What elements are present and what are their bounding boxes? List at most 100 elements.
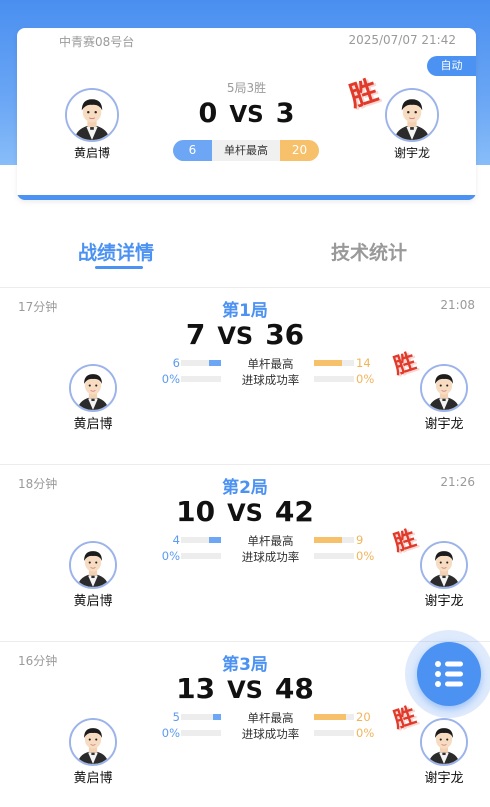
player-avatar-icon — [422, 720, 466, 764]
high-break-label: 单杆最高 — [224, 144, 268, 157]
high-break-row: 5 单杆最高 20 — [160, 710, 380, 725]
pot-rate-right: 0% — [356, 549, 375, 563]
pot-rate-right: 0% — [356, 726, 375, 740]
player-avatar-icon — [422, 366, 466, 410]
player-name: 黄启博 — [73, 417, 113, 432]
menu-fab-button[interactable] — [417, 642, 481, 706]
pot-rate-left: 0% — [161, 372, 180, 386]
pot-rate-left: 0% — [161, 726, 180, 740]
pot-rate-right: 0% — [356, 372, 375, 386]
high-break-right-fill — [314, 360, 342, 366]
pot-rate-left-bar — [181, 376, 221, 382]
player-right[interactable]: 谢宇龙 — [409, 718, 479, 786]
vs-label: VS — [227, 676, 263, 704]
avatar — [69, 364, 117, 412]
round-end-time: 21:08 — [440, 298, 475, 312]
high-break-summary: 6 单杆最高 20 — [173, 140, 319, 161]
player-name: 谢宇龙 — [424, 594, 464, 609]
vs-label: VS — [227, 499, 263, 527]
player-name: 谢宇龙 — [424, 417, 464, 432]
player-right[interactable]: 谢宇龙 — [377, 88, 447, 161]
high-break-left-bar — [181, 360, 221, 366]
player-avatar-icon — [71, 366, 115, 410]
high-break-right-bar — [314, 714, 354, 720]
tab-bar: 战绩详情 技术统计 — [0, 230, 490, 280]
player-avatar-icon — [71, 720, 115, 764]
high-break-right: 20 — [356, 710, 371, 724]
pot-rate-right-bar — [314, 553, 354, 559]
avatar — [420, 541, 468, 589]
high-break-left: 4 — [172, 533, 180, 547]
high-break-right-fill — [314, 537, 342, 543]
high-break-left-bar — [181, 537, 221, 543]
high-break-label: 单杆最高 — [247, 534, 294, 548]
tab-tech-stats[interactable]: 技术统计 — [331, 238, 407, 265]
high-break-right-fill — [314, 714, 346, 720]
score-left: 7 — [185, 318, 206, 351]
avatar — [420, 718, 468, 766]
pot-rate-right-bar — [314, 376, 354, 382]
match-datetime: 2025/07/07 21:42 — [348, 33, 456, 47]
pot-rate-row: 0% 进球成功率 0% — [160, 372, 380, 387]
score-right: 3 — [275, 98, 295, 129]
high-break-left-bar — [181, 714, 221, 720]
match-summary-card: 中青赛08号台 2025/07/07 21:42 自动 5局3胜 0 VS 3 黄启… — [17, 28, 476, 200]
avatar — [69, 718, 117, 766]
table-name: 中青赛08号台 — [59, 35, 135, 49]
score-left: 0 — [198, 98, 218, 129]
player-name: 谢宇龙 — [393, 146, 430, 160]
round-score: 7 VS 36 — [0, 318, 490, 351]
round-card[interactable]: 18分钟 第2局 21:26 10 VS 42 4 单杆最高 9 0% 进球成功率 … — [0, 465, 490, 641]
active-tab-indicator — [95, 266, 143, 269]
avatar — [385, 88, 439, 142]
player-avatar-icon — [67, 90, 117, 140]
high-break-right-bar — [314, 360, 354, 366]
high-break-left: 5 — [172, 710, 180, 724]
player-name: 黄启博 — [73, 594, 113, 609]
high-break-left-fill — [213, 714, 221, 720]
player-name: 黄启博 — [73, 146, 110, 160]
score-left: 13 — [176, 672, 216, 705]
tab-match-details[interactable]: 战绩详情 — [78, 238, 154, 265]
player-right[interactable]: 谢宇龙 — [409, 364, 479, 432]
pot-rate-left-bar — [181, 553, 221, 559]
vs-label: VS — [229, 102, 264, 128]
player-name: 谢宇龙 — [424, 771, 464, 786]
avatar — [69, 541, 117, 589]
pot-rate-left: 0% — [161, 549, 180, 563]
pot-rate-right-bar — [314, 730, 354, 736]
player-avatar-icon — [71, 543, 115, 587]
player-left[interactable]: 黄启博 — [58, 541, 128, 609]
pot-rate-label: 进球成功率 — [241, 373, 300, 387]
player-left[interactable]: 黄启博 — [58, 718, 128, 786]
high-break-left-fill — [209, 360, 221, 366]
high-break-row: 6 单杆最高 14 — [160, 356, 380, 371]
high-break-row: 4 单杆最高 9 — [160, 533, 380, 548]
high-break-left: 6 — [173, 140, 212, 161]
pot-rate-left-bar — [181, 730, 221, 736]
player-left[interactable]: 黄启博 — [57, 88, 127, 161]
pot-rate-label: 进球成功率 — [241, 550, 300, 564]
pot-rate-label: 进球成功率 — [241, 727, 300, 741]
card-bottom-bar — [17, 195, 476, 200]
player-avatar-icon — [387, 90, 437, 140]
high-break-right: 9 — [356, 533, 364, 547]
avatar — [65, 88, 119, 142]
score-left: 10 — [176, 495, 216, 528]
pot-rate-row: 0% 进球成功率 0% — [160, 726, 380, 741]
avatar — [420, 364, 468, 412]
high-break-left-fill — [209, 537, 221, 543]
high-break-right-bar — [314, 537, 354, 543]
player-right[interactable]: 谢宇龙 — [409, 541, 479, 609]
vs-label: VS — [217, 322, 254, 350]
high-break-right: 20 — [280, 140, 319, 161]
player-left[interactable]: 黄启博 — [58, 364, 128, 432]
list-icon — [435, 661, 463, 687]
high-break-label: 单杆最高 — [247, 357, 294, 371]
mode-badge[interactable]: 自动 — [427, 56, 476, 76]
round-card[interactable]: 17分钟 第1局 21:08 7 VS 36 6 单杆最高 14 0% 进球成功率 … — [0, 288, 490, 464]
high-break-left: 6 — [172, 356, 180, 370]
round-score: 10 VS 42 — [0, 495, 490, 528]
high-break-label: 单杆最高 — [247, 711, 294, 725]
pot-rate-row: 0% 进球成功率 0% — [160, 549, 380, 564]
